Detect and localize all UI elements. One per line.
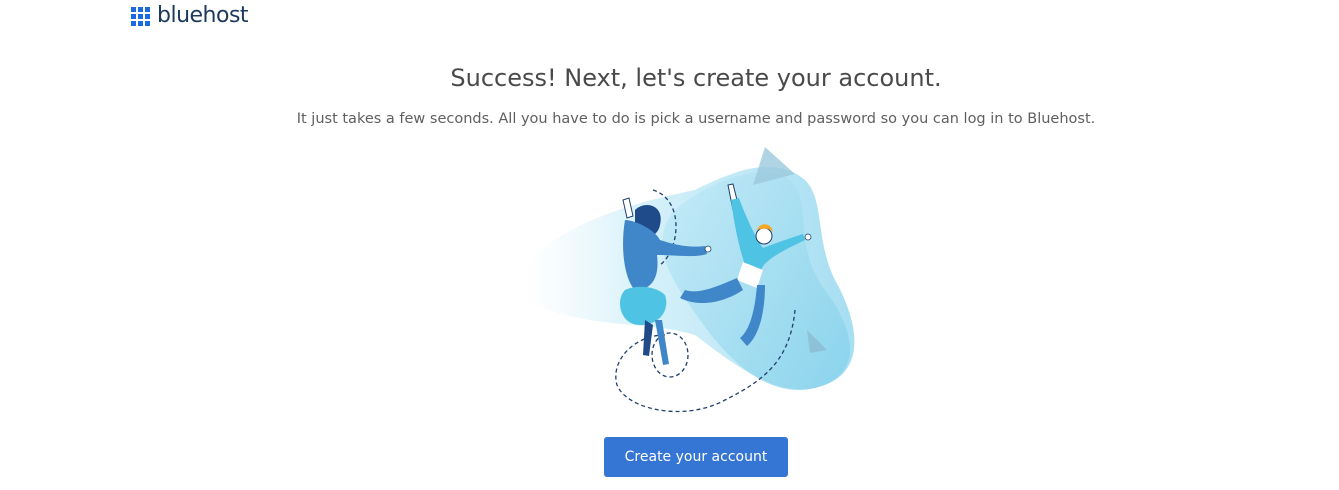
- create-account-button[interactable]: Create your account: [604, 437, 788, 477]
- grid-logo-icon: [131, 6, 150, 26]
- celebrating-people-illustration: [525, 147, 855, 413]
- page-title: Success! Next, let's create your account…: [450, 64, 942, 92]
- logo-text: bluehost: [157, 3, 249, 28]
- page: bluehost Success! Next, let's create you…: [0, 0, 1339, 490]
- bluehost-logo[interactable]: bluehost: [131, 3, 249, 28]
- page-subtitle: It just takes a few seconds. All you hav…: [296, 111, 1096, 127]
